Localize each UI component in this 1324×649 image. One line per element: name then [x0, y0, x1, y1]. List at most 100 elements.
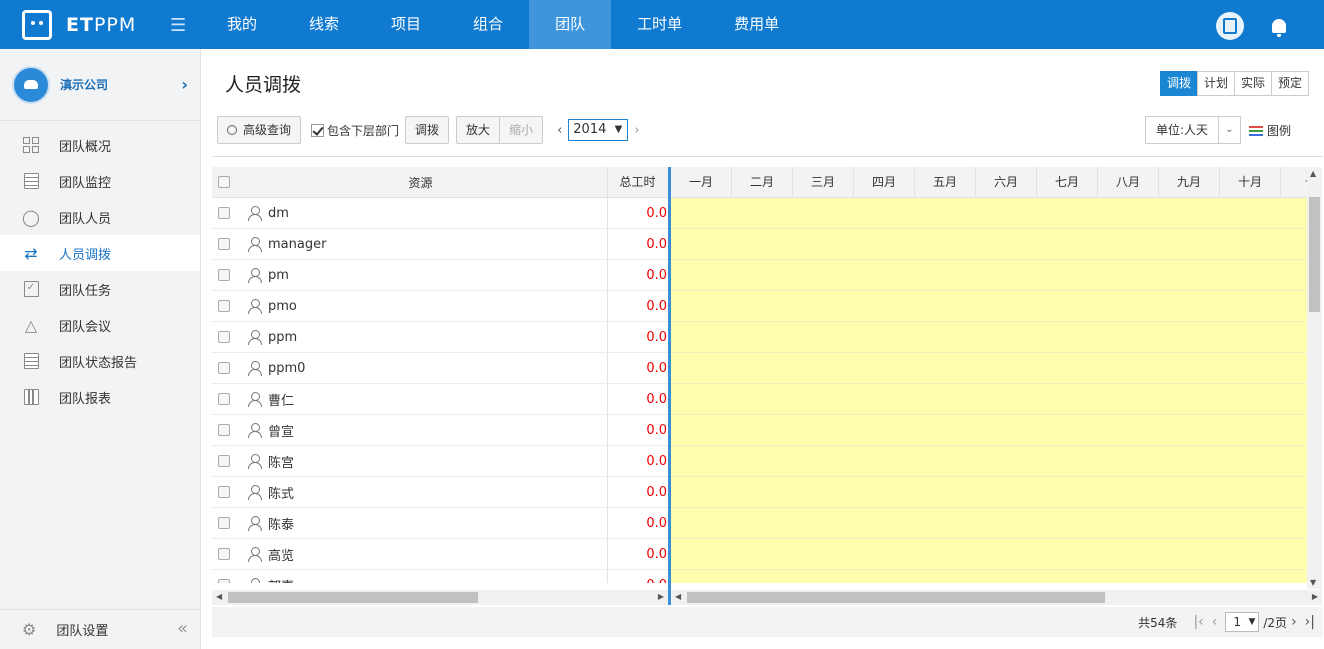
scroll-down-icon[interactable]: ▼ [1310, 578, 1316, 587]
right-horizontal-scrollbar[interactable]: ◀ ▶ [671, 590, 1322, 605]
prev-year-icon[interactable]: ‹ [557, 123, 562, 138]
row-checkbox[interactable] [217, 393, 230, 405]
sidebar-item-2[interactable]: ◯ 团队人员 [0, 199, 200, 235]
view-button-2[interactable]: 实际 [1233, 71, 1272, 96]
nav-item-1[interactable]: 线索 [283, 0, 365, 49]
legend-button[interactable]: 图例 [1248, 122, 1291, 139]
resource-name[interactable]: 曾宣 [268, 421, 294, 440]
vertical-scrollbar[interactable]: ▲ ▼ [1307, 167, 1322, 589]
next-page-icon[interactable]: › [1291, 614, 1297, 630]
table-row[interactable]: 郭嘉 0.0 [212, 570, 669, 583]
zoom-out-button[interactable]: 缩小 [499, 116, 544, 144]
prev-page-icon[interactable]: ‹ [1212, 614, 1218, 630]
nav-item-4[interactable]: 团队 [529, 0, 612, 49]
next-year-icon[interactable]: › [634, 123, 639, 138]
row-checkbox[interactable] [217, 517, 230, 529]
row-checkbox[interactable] [217, 486, 230, 498]
sidebar-item-6[interactable]: 团队状态报告 [0, 343, 200, 379]
col-resource-header[interactable]: 资源 [234, 174, 607, 191]
org-switcher[interactable]: 滇示公司 › [0, 49, 200, 121]
table-row[interactable]: ppm 0.0 [212, 322, 669, 353]
allocation-row[interactable] [671, 539, 1307, 570]
sidebar-item-4[interactable]: ✓ 团队任务 [0, 271, 200, 307]
advanced-search-button[interactable]: 高级查询 [217, 116, 302, 144]
resource-name[interactable]: pmo [268, 299, 297, 314]
col-total-header[interactable]: 总工时 [607, 167, 669, 197]
sidebar-item-1[interactable]: 团队监控 [0, 163, 200, 199]
sidebar-item-3[interactable]: ⇄ 人员调拨 [0, 235, 200, 271]
table-row[interactable]: dm 0.0 [212, 198, 669, 229]
resource-name[interactable]: 陈宫 [268, 452, 294, 471]
table-row[interactable]: pmo 0.0 [212, 291, 669, 322]
select-all-checkbox[interactable] [217, 176, 230, 188]
sidebar-item-settings[interactable]: ⚙ 团队设置 « [0, 609, 200, 649]
collapse-sidebar-icon[interactable]: « [177, 618, 188, 639]
table-row[interactable]: 曹仁 0.0 [212, 384, 669, 415]
row-checkbox[interactable] [217, 362, 230, 374]
table-row[interactable]: 陈式 0.0 [212, 477, 669, 508]
resource-name[interactable]: 曹仁 [268, 390, 294, 409]
resource-name[interactable]: ppm [268, 330, 297, 345]
allocation-row[interactable] [671, 570, 1307, 583]
row-checkbox[interactable] [217, 300, 230, 312]
unit-select[interactable]: 单位:人天 ⌄ [1144, 116, 1241, 144]
view-button-0[interactable]: 调拨 [1159, 71, 1198, 96]
sidebar-item-0[interactable]: 团队概况 [0, 127, 200, 163]
checkbox[interactable] [311, 123, 325, 137]
nav-item-0[interactable]: 我的 [201, 0, 283, 49]
allocation-row[interactable] [671, 477, 1307, 508]
last-page-icon[interactable]: ›| [1305, 614, 1315, 630]
table-row[interactable]: 陈泰 0.0 [212, 508, 669, 539]
allocation-row[interactable] [671, 260, 1307, 291]
row-checkbox[interactable] [217, 207, 230, 219]
first-page-icon[interactable]: |‹ [1193, 614, 1203, 630]
allocation-row[interactable] [671, 353, 1307, 384]
row-checkbox[interactable] [217, 579, 230, 583]
resource-name[interactable]: 郭嘉 [268, 576, 294, 584]
resource-name[interactable]: 陈泰 [268, 514, 294, 533]
allocation-row[interactable] [671, 229, 1307, 260]
sidebar-item-5[interactable]: △ 团队会议 [0, 307, 200, 343]
allocation-row[interactable] [671, 446, 1307, 477]
year-select[interactable]: 2014 ▼ [568, 119, 629, 141]
scroll-right-icon[interactable]: ▶ [658, 592, 664, 601]
row-checkbox[interactable] [217, 548, 230, 560]
row-checkbox[interactable] [217, 455, 230, 467]
allocation-row[interactable] [671, 508, 1307, 539]
allocation-row[interactable] [671, 384, 1307, 415]
menu-toggle-icon[interactable]: ☰ [170, 15, 186, 36]
allocation-row[interactable] [671, 415, 1307, 446]
sidebar-item-7[interactable]: 团队报表 [0, 379, 200, 415]
scroll-thumb[interactable] [228, 592, 478, 603]
chevron-right-icon[interactable]: › [181, 75, 188, 94]
resource-name[interactable]: 陈式 [268, 483, 294, 502]
scroll-up-icon[interactable]: ▲ [1310, 169, 1316, 178]
table-row[interactable]: pm 0.0 [212, 260, 669, 291]
table-row[interactable]: 曾宣 0.0 [212, 415, 669, 446]
row-checkbox[interactable] [217, 269, 230, 281]
table-row[interactable]: ppm0 0.0 [212, 353, 669, 384]
scroll-thumb[interactable] [1309, 197, 1320, 312]
nav-item-5[interactable]: 工时单 [611, 0, 708, 49]
row-checkbox[interactable] [217, 424, 230, 436]
user-avatar[interactable] [1216, 12, 1244, 40]
resource-name[interactable]: 高览 [268, 545, 294, 564]
transfer-button[interactable]: 调拨 [405, 116, 450, 144]
resource-name[interactable]: manager [268, 237, 326, 252]
page-select[interactable]: 1 ▼ [1225, 612, 1260, 632]
row-checkbox[interactable] [217, 331, 230, 343]
nav-item-2[interactable]: 项目 [365, 0, 447, 49]
scroll-left-icon[interactable]: ◀ [216, 592, 222, 601]
allocation-row[interactable] [671, 198, 1307, 229]
view-button-3[interactable]: 预定 [1270, 71, 1309, 96]
scroll-thumb[interactable] [687, 592, 1105, 603]
nav-item-3[interactable]: 组合 [447, 0, 529, 49]
nav-item-6[interactable]: 费用单 [708, 0, 805, 49]
table-row[interactable]: 高览 0.0 [212, 539, 669, 570]
resource-name[interactable]: dm [268, 206, 289, 221]
scroll-right-icon[interactable]: ▶ [1312, 592, 1318, 601]
table-row[interactable]: 陈宫 0.0 [212, 446, 669, 477]
table-row[interactable]: manager 0.0 [212, 229, 669, 260]
row-checkbox[interactable] [217, 238, 230, 250]
left-horizontal-scrollbar[interactable]: ◀ ▶ [212, 590, 668, 605]
